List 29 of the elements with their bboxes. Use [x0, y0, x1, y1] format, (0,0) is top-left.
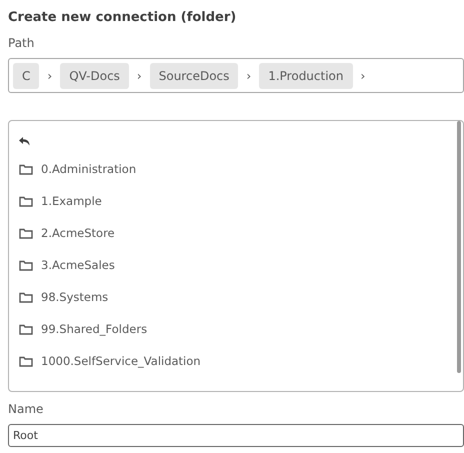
folder-item[interactable]: 0.Administration — [41, 162, 136, 176]
dialog-title: Create new connection (folder) — [8, 10, 238, 27]
path-field[interactable]: C › QV-Docs › SourceDocs › 1.Production › — [8, 58, 464, 93]
path-label: Path — [8, 36, 36, 52]
separator: › — [47, 68, 52, 82]
name-input[interactable]: Root — [8, 424, 464, 447]
breadcrumb[interactable]: 1.Production — [259, 62, 352, 88]
folder-icon — [19, 356, 33, 366]
separator: › — [246, 68, 252, 82]
folder-item[interactable]: 3.AcmeSales — [41, 258, 115, 272]
back-arrow-icon[interactable] — [19, 136, 30, 146]
folder-item[interactable]: 1.Example — [41, 194, 102, 208]
scrollbar[interactable] — [457, 121, 461, 373]
separator: › — [360, 68, 366, 82]
folder-item[interactable]: 98.Systems — [41, 290, 108, 304]
breadcrumb[interactable]: C — [13, 62, 40, 88]
folder-item[interactable]: 2.AcmeStore — [41, 226, 115, 240]
breadcrumb[interactable]: QV-Docs — [60, 62, 129, 88]
folder-icon — [19, 260, 33, 270]
folder-icon — [19, 196, 33, 206]
folder-icon — [19, 164, 33, 174]
name-label: Name — [8, 402, 44, 418]
folder-icon — [19, 292, 33, 302]
folder-icon — [19, 228, 33, 238]
separator: › — [136, 68, 142, 82]
folder-item[interactable]: 99.Shared_Folders — [41, 322, 148, 336]
breadcrumb[interactable]: SourceDocs — [150, 62, 238, 88]
folder-item[interactable]: 1000.SelfService_Validation — [41, 354, 201, 368]
folder-icon — [19, 324, 33, 334]
